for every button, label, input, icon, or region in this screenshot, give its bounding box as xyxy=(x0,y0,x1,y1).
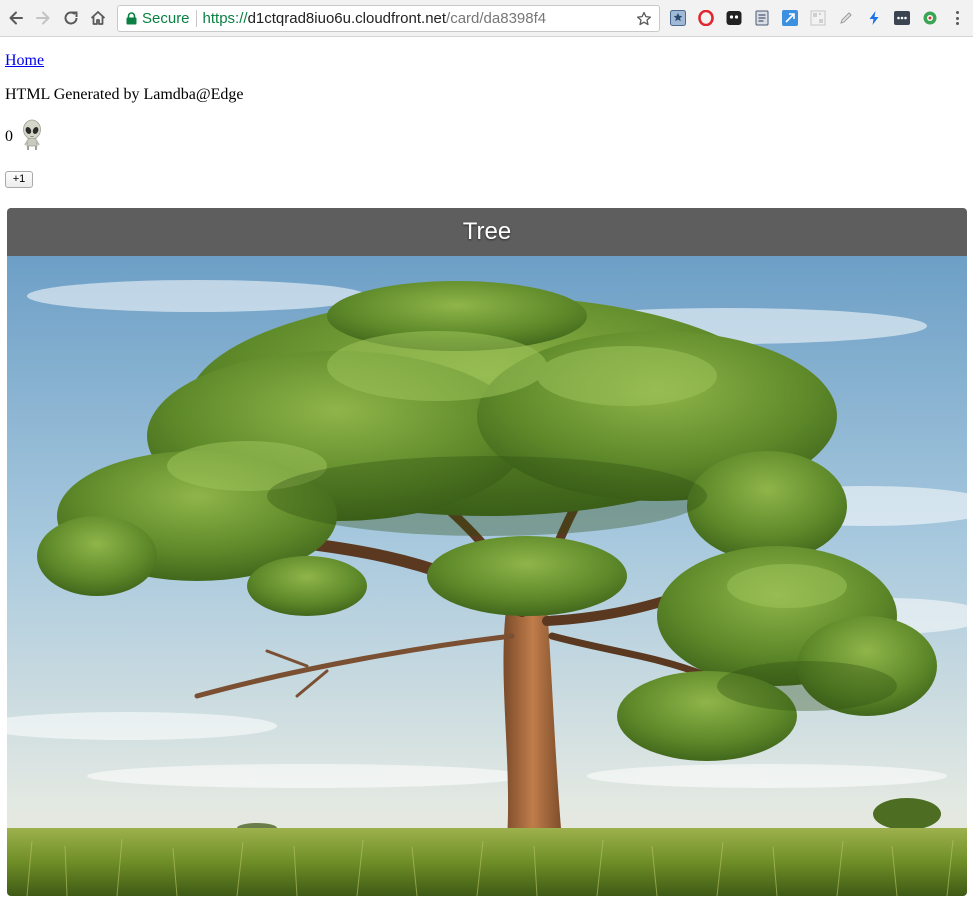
forward-icon[interactable] xyxy=(31,6,55,30)
menu-kebab-icon[interactable] xyxy=(950,8,964,28)
lock-icon xyxy=(126,12,137,25)
counter-row: 0 xyxy=(5,119,44,156)
tracker-icon[interactable] xyxy=(921,9,939,27)
pen-icon[interactable] xyxy=(837,9,855,27)
card-header: Tree xyxy=(7,208,967,256)
address-bar[interactable]: Secure https:// d1ctqrad8iuo6u.cloudfron… xyxy=(117,5,660,32)
page-info-icon[interactable] xyxy=(753,9,771,27)
alien-icon xyxy=(20,119,44,156)
home-icon[interactable] xyxy=(86,6,110,30)
bookmark-manager-icon[interactable] xyxy=(669,9,687,27)
url-path: /card/da8398f4 xyxy=(446,10,547,27)
tree-photo xyxy=(7,256,967,896)
url-scheme: https:// xyxy=(202,10,248,27)
opera-icon[interactable] xyxy=(697,9,715,27)
bookmark-star-icon[interactable] xyxy=(635,10,653,28)
reload-icon[interactable] xyxy=(59,6,83,30)
more-dots-icon[interactable] xyxy=(893,9,911,27)
url-host: d1ctqrad8iuo6u.cloudfront.net xyxy=(247,10,447,27)
card-title: Tree xyxy=(462,218,512,245)
qr-code-icon[interactable] xyxy=(809,9,827,27)
ghostery-icon[interactable] xyxy=(725,9,743,27)
page-content: Home HTML Generated by Lamdba@Edge 0 +1 … xyxy=(0,38,973,901)
card: Tree xyxy=(7,208,967,896)
address-divider xyxy=(195,10,197,27)
counter-value: 0 xyxy=(5,128,13,145)
lightning-icon[interactable] xyxy=(865,9,883,27)
back-icon[interactable] xyxy=(4,6,28,30)
expand-icon[interactable] xyxy=(781,9,799,27)
generated-by-text: HTML Generated by Lamdba@Edge xyxy=(5,86,244,103)
browser-toolbar: Secure https:// d1ctqrad8iuo6u.cloudfron… xyxy=(0,0,973,37)
security-label: Secure xyxy=(142,10,190,27)
plus-one-button[interactable]: +1 xyxy=(5,171,33,188)
home-link[interactable]: Home xyxy=(5,52,44,70)
